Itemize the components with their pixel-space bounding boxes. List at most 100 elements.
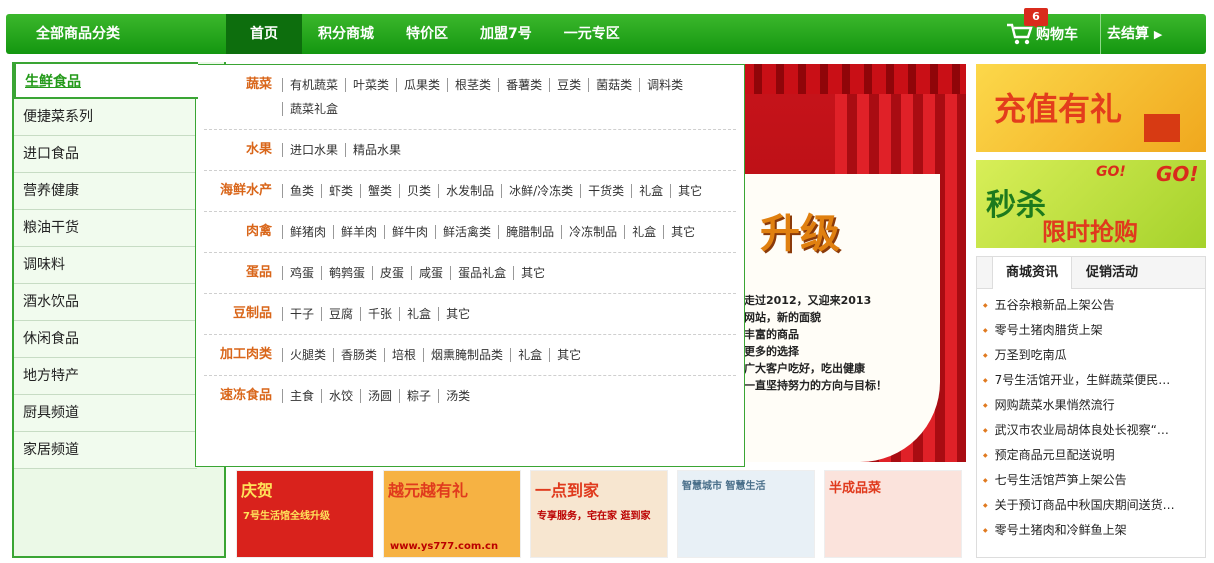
thumb-title: 越元越有礼 <box>388 481 469 500</box>
subcategory-link[interactable]: 有机蔬菜 <box>282 78 345 92</box>
nav-franchise[interactable]: 加盟7号 <box>464 14 548 54</box>
subcategory-link[interactable]: 培根 <box>384 348 423 362</box>
subcategory-link[interactable]: 叶菜类 <box>345 78 396 92</box>
subcategory-link[interactable]: 蟹类 <box>360 184 399 198</box>
news-item[interactable]: 武汉市农业局胡体良处长视察“… <box>983 418 1183 443</box>
recharge-gift-ad[interactable]: 充值有礼 <box>976 64 1206 152</box>
nav-home[interactable]: 首页 <box>226 14 302 54</box>
subcategory-link[interactable]: 进口水果 <box>282 143 345 157</box>
subcategory-link[interactable]: 咸蛋 <box>411 266 450 280</box>
subcategory-link[interactable]: 鸡蛋 <box>282 266 321 280</box>
tab-mall-news[interactable]: 商城资讯 <box>992 257 1072 289</box>
subcategory-link[interactable]: 瓜果类 <box>396 78 447 92</box>
news-item[interactable]: 零号土猪肉腊货上架 <box>983 318 1183 343</box>
subcategory-link[interactable]: 鲜牛肉 <box>384 225 435 239</box>
subcategory-link[interactable]: 冷冻制品 <box>561 225 624 239</box>
subcategory-link[interactable]: 蛋品礼盒 <box>450 266 513 280</box>
category-fresh-food[interactable]: 生鲜食品 <box>14 62 198 99</box>
subcategory-link[interactable]: 其它 <box>549 348 588 362</box>
news-item[interactable]: 零号土猪肉和冷鲜鱼上架 <box>983 518 1183 543</box>
subcategory-link[interactable]: 汤圆 <box>360 389 399 403</box>
category-snacks[interactable]: 休闲食品 <box>14 321 197 358</box>
subcategory-link[interactable]: 调料类 <box>639 78 690 92</box>
nav-points-mall[interactable]: 积分商城 <box>302 14 390 54</box>
news-item[interactable]: 预定商品元旦配送说明 <box>983 443 1183 468</box>
dropdown-row-processed-meat: 加工肉类 火腿类 香肠类 培根 烟熏腌制品类 礼盒 其它 <box>204 335 736 376</box>
subcategory-link[interactable]: 冰鲜/冷冻类 <box>501 184 580 198</box>
nav-specials[interactable]: 特价区 <box>390 14 464 54</box>
news-item[interactable]: 网购蔬菜水果悄然流行 <box>983 393 1183 418</box>
news-item[interactable]: 7号生活馆开业，生鲜蔬菜便民… <box>983 368 1183 393</box>
checkout-button[interactable]: 去结算 ▶ <box>1100 14 1162 54</box>
category-seasoning[interactable]: 调味料 <box>14 247 197 284</box>
dropdown-group-name[interactable]: 蛋品 <box>204 261 282 285</box>
dropdown-group-name[interactable]: 肉禽 <box>204 220 282 244</box>
subcategory-link[interactable]: 虾类 <box>321 184 360 198</box>
category-convenience-dishes[interactable]: 便捷菜系列 <box>14 99 197 136</box>
subcategory-link[interactable]: 干货类 <box>580 184 631 198</box>
nav-one-yuan[interactable]: 一元专区 <box>548 14 636 54</box>
subcategory-link[interactable]: 贝类 <box>399 184 438 198</box>
subcategory-link[interactable]: 主食 <box>282 389 321 403</box>
subcategory-link[interactable]: 精品水果 <box>345 143 408 157</box>
subcategory-link[interactable]: 豆类 <box>549 78 588 92</box>
subcategory-link[interactable]: 鲜羊肉 <box>333 225 384 239</box>
subcategory-link[interactable]: 皮蛋 <box>372 266 411 280</box>
promo-thumb-semi-finished[interactable]: 半成品菜 <box>824 470 962 558</box>
dropdown-group-name[interactable]: 蔬菜 <box>204 73 282 121</box>
subcategory-link[interactable]: 干子 <box>282 307 321 321</box>
news-item[interactable]: 万圣到吃南瓜 <box>983 343 1183 368</box>
subcategory-link[interactable]: 腌腊制品 <box>498 225 561 239</box>
subcategory-link[interactable]: 蔬菜礼盒 <box>282 102 345 116</box>
dropdown-group-name[interactable]: 速冻食品 <box>204 384 282 408</box>
news-item[interactable]: 五谷杂粮新品上架公告 <box>983 293 1183 318</box>
subcategory-link[interactable]: 菌菇类 <box>588 78 639 92</box>
subcategory-link[interactable]: 其它 <box>663 225 702 239</box>
subcategory-link[interactable]: 番薯类 <box>498 78 549 92</box>
category-kitchenware[interactable]: 厨具频道 <box>14 395 197 432</box>
subcategory-link[interactable]: 火腿类 <box>282 348 333 362</box>
promo-thumb-smart-city[interactable]: 智慧城市 智慧生活 <box>677 470 815 558</box>
subcategory-link[interactable]: 其它 <box>670 184 709 198</box>
promo-thumb-upgrade[interactable]: 庆贺 7号生活馆全线升级 <box>236 470 374 558</box>
news-item[interactable]: 关于预订商品中秋国庆期间送货… <box>983 493 1183 518</box>
subcategory-link[interactable]: 鲜活禽类 <box>435 225 498 239</box>
subcategory-link[interactable]: 水发制品 <box>438 184 501 198</box>
flash-sale-ad[interactable]: GO! GO! 秒杀 限时抢购 <box>976 160 1206 248</box>
promo-thumb-gift[interactable]: 越元越有礼 www.ys777.com.cn <box>383 470 521 558</box>
category-grain-oil[interactable]: 粮油干货 <box>14 210 197 247</box>
subcategory-link[interactable]: 礼盒 <box>624 225 663 239</box>
category-nutrition-health[interactable]: 营养健康 <box>14 173 197 210</box>
subcategory-link[interactable]: 汤类 <box>438 389 477 403</box>
subcategory-link[interactable]: 礼盒 <box>510 348 549 362</box>
promo-thumb-delivery[interactable]: 一点到家 专享服务，宅在家 逛到家 <box>530 470 668 558</box>
cart-label: 购物车 <box>1036 27 1078 43</box>
category-drinks[interactable]: 酒水饮品 <box>14 284 197 321</box>
subcategory-link[interactable]: 豆腐 <box>321 307 360 321</box>
subcategory-link[interactable]: 烟熏腌制品类 <box>423 348 510 362</box>
subcategory-link[interactable]: 鱼类 <box>282 184 321 198</box>
dropdown-group-name[interactable]: 加工肉类 <box>204 343 282 367</box>
subcategory-link[interactable]: 鲜猪肉 <box>282 225 333 239</box>
tab-promotions[interactable]: 促销活动 <box>1072 257 1152 288</box>
subcategory-link[interactable]: 水饺 <box>321 389 360 403</box>
category-local-specialties[interactable]: 地方特产 <box>14 358 197 395</box>
category-home[interactable]: 家居频道 <box>14 432 197 469</box>
dropdown-group-name[interactable]: 水果 <box>204 138 282 162</box>
all-categories-label[interactable]: 全部商品分类 <box>6 14 226 54</box>
cart-button[interactable]: 6 购物车 <box>1006 8 1078 54</box>
category-imported-food[interactable]: 进口食品 <box>14 136 197 173</box>
subcategory-link[interactable]: 千张 <box>360 307 399 321</box>
news-item[interactable]: 七号生活馆芦笋上架公告 <box>983 468 1183 493</box>
main-banner[interactable]: 升级 走过2012，又迎来2013 网站，新的面貌 丰富的商品 更多的选择 广大… <box>740 64 966 462</box>
subcategory-link[interactable]: 礼盒 <box>631 184 670 198</box>
subcategory-link[interactable]: 其它 <box>513 266 552 280</box>
dropdown-group-name[interactable]: 海鲜水产 <box>204 179 282 203</box>
subcategory-link[interactable]: 鹌鹑蛋 <box>321 266 372 280</box>
subcategory-link[interactable]: 其它 <box>438 307 477 321</box>
subcategory-link[interactable]: 香肠类 <box>333 348 384 362</box>
subcategory-link[interactable]: 根茎类 <box>447 78 498 92</box>
subcategory-link[interactable]: 礼盒 <box>399 307 438 321</box>
subcategory-link[interactable]: 粽子 <box>399 389 438 403</box>
dropdown-group-name[interactable]: 豆制品 <box>204 302 282 326</box>
